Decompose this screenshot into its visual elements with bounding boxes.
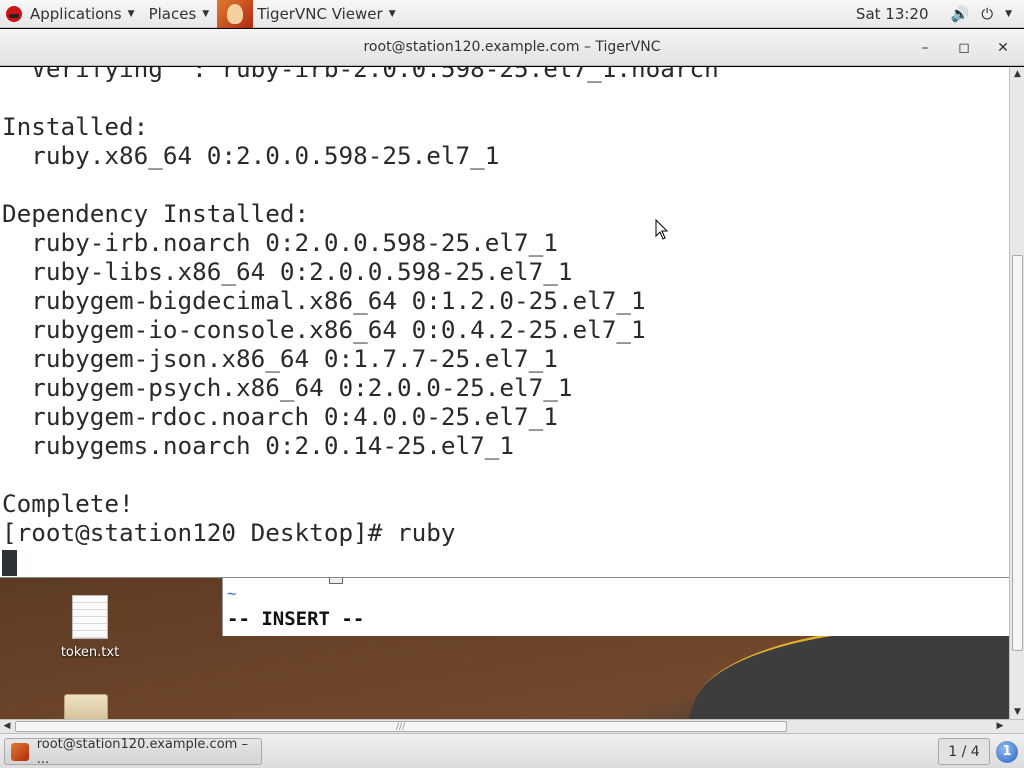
terminal-cursor [2,550,17,576]
tigervnc-icon [217,0,254,28]
power-icon[interactable]: ⏻ [981,5,993,23]
scroll-down-icon[interactable]: ▼ [1010,705,1024,719]
terminal-window[interactable]: Verifying : ruby-irb-2.0.0.598-25.el7_1.… [0,67,1009,578]
redhat-logo-icon [6,5,22,22]
text-file-icon [72,595,108,639]
terminal-line: rubygem-json.x86_64 0:1.7.7-25.el7_1 [2,344,558,373]
terminal-line: ruby-libs.x86_64 0:2.0.0.598-25.el7_1 [2,257,573,286]
terminal-line: rubygem-psych.x86_64 0:2.0.0-25.el7_1 [2,373,573,402]
maximize-button[interactable]: ◻ [953,37,975,59]
vim-empty-line-marker: ~ [227,584,237,603]
terminal-line: Dependency Installed: [2,199,310,228]
chevron-down-icon: ▼ [127,8,135,19]
scroll-up-icon[interactable]: ▲ [1010,67,1024,81]
grip-icon: /// [396,722,406,732]
panel-status-area: Sat 13:20 🔊 ⏻ ▼ [856,0,1024,28]
token-file-label: token.txt [60,645,120,660]
terminal-line: rubygem-io-console.x86_64 0:0.4.2-25.el7… [2,315,646,344]
terminal-line: Complete! [2,489,134,518]
chevron-down-icon: ▼ [202,8,210,19]
token-file-icon[interactable]: token.txt [50,595,130,660]
volume-icon[interactable]: 🔊 [951,5,970,23]
minimize-button[interactable]: – [914,37,936,59]
terminal-line: ruby-irb.noarch 0:2.0.0.598-25.el7_1 [2,228,558,257]
tigervnc-app-menu[interactable]: TigerVNC Viewer ▼ [217,0,403,28]
places-label: Places [148,4,197,23]
terminal-line: Verifying : ruby-irb-2.0.0.598-25.el7_1.… [2,67,719,83]
horizontal-scroll-thumb[interactable]: /// [15,721,787,732]
chevron-down-icon: ▼ [388,8,396,19]
terminal-line: [root@station120 Desktop]# ruby [2,518,456,547]
folder-shape [64,694,108,719]
scroll-left-icon[interactable]: ◀ [0,720,14,734]
clock[interactable]: Sat 13:20 [856,5,929,23]
window-title: root@station120.example.com – TigerVNC [363,39,661,55]
tigervnc-app-label: TigerVNC Viewer [257,4,383,23]
vnc-window-titlebar[interactable]: root@station120.example.com – TigerVNC –… [0,29,1024,66]
top-panel: Applications ▼ Places ▼ TigerVNC Viewer … [0,0,1024,28]
terminal-output: Verifying : ruby-irb-2.0.0.598-25.el7_1.… [2,67,719,547]
terminal-line: rubygems.noarch 0:2.0.14-25.el7_1 [2,431,514,460]
terminal-line: ruby.x86_64 0:2.0.0.598-25.el7_1 [2,141,500,170]
folder-icon[interactable] [64,694,112,719]
bottom-panel: root@station120.example.com – ... 1 / 4 … [0,733,1024,768]
scroll-right-icon[interactable]: ▶ [993,720,1007,734]
vertical-scrollbar[interactable]: ▲ ▼ [1009,67,1024,719]
vertical-scroll-thumb[interactable] [1012,255,1023,651]
terminal-line: Installed: [2,112,149,141]
workspace-switcher[interactable]: 1 / 4 [938,738,990,765]
terminal-line: rubygem-bigdecimal.x86_64 0:1.2.0-25.el7… [2,286,646,315]
notification-icon[interactable]: 1 [996,741,1018,763]
applications-menu[interactable]: Applications ▼ [0,0,143,28]
terminal-line: rubygem-rdoc.noarch 0:4.0.0-25.el7_1 [2,402,558,431]
chevron-down-icon[interactable]: ▼ [1005,9,1012,19]
mouse-pointer-icon [655,219,669,240]
applications-label: Applications [30,4,122,23]
close-button[interactable]: ✕ [992,37,1014,59]
wallpaper-road [678,627,1009,719]
places-menu[interactable]: Places ▼ [143,0,218,28]
vim-window-edge [329,578,343,584]
remote-desktop-viewport[interactable]: token.txt ~ -- INSERT -- Verifying : rub… [0,67,1009,719]
taskbar-window-label: root@station120.example.com – ... [36,736,248,767]
taskbar-window-button[interactable]: root@station120.example.com – ... [4,736,262,767]
tigervnc-icon [11,742,29,761]
vim-mode-indicator: -- INSERT -- [227,608,365,630]
vim-window[interactable]: ~ -- INSERT -- [222,578,1009,636]
horizontal-scrollbar[interactable]: ◀ /// ▶ [0,719,1024,733]
